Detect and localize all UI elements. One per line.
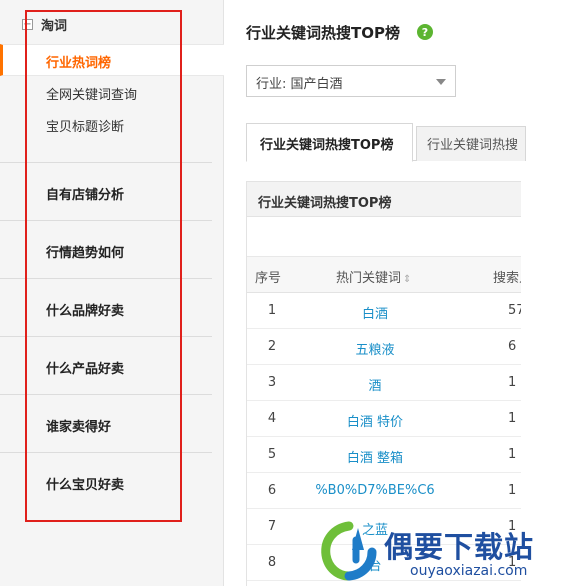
table-row: 8 台 1	[247, 545, 521, 581]
sidebar-item-product[interactable]: 什么产品好卖	[0, 336, 212, 394]
sidebar-item-title-diagnosis[interactable]: 宝贝标题诊断	[46, 116, 124, 135]
sidebar-item-top-sellers[interactable]: 谁家卖得好	[0, 394, 212, 452]
table-header: 序号 热门关键词⇕ 搜索人	[247, 257, 521, 293]
row-index: 1	[267, 303, 277, 318]
keyword-link[interactable]: 白酒	[297, 303, 453, 322]
keyword-link[interactable]: 酒	[297, 375, 453, 394]
industry-select[interactable]: 行业: 国产白酒	[246, 65, 456, 97]
page-title: 行业关键词热搜TOP榜	[246, 24, 400, 42]
sort-icon[interactable]: ⇕	[403, 274, 411, 285]
sidebar-item-label: 什么宝贝好卖	[46, 478, 125, 493]
row-value: 1	[508, 555, 517, 570]
keyword-link[interactable]: 白酒 特价	[297, 411, 453, 430]
ranking-panel: 行业关键词热搜TOP榜 序号 热门关键词⇕ 搜索人 1 白酒 57 2 五粮液 …	[246, 181, 521, 586]
tab-label: 行业关键词热搜	[427, 138, 519, 153]
keyword-link[interactable]: 台	[297, 555, 453, 574]
sidebar-item-shop-analysis[interactable]: 自有店铺分析	[0, 162, 212, 220]
row-value: 1	[508, 447, 517, 462]
row-value: 1	[508, 411, 517, 426]
column-keyword[interactable]: 热门关键词 ⇕	[336, 267, 411, 286]
table-row: 3 酒 1	[247, 365, 521, 401]
sidebar: − 淘词 行业热词榜 全网关键词查询 宝贝标题诊断 自有店铺分析 行情趋势如何 …	[0, 0, 224, 586]
sidebar-item-label: 谁家卖得好	[46, 420, 112, 435]
panel-header: 行业关键词热搜TOP榜	[247, 181, 521, 217]
table-row: 4 白酒 特价 1	[247, 401, 521, 437]
main-content: 行业关键词热搜TOP榜 ? 行业: 国产白酒 行业关键词热搜TOP榜 行业关键词…	[224, 0, 561, 586]
sidebar-item-keyword-query[interactable]: 全网关键词查询	[46, 84, 137, 103]
row-index: 7	[267, 519, 277, 534]
collapse-icon[interactable]: −	[22, 18, 33, 30]
keyword-link[interactable]: 五粮液	[297, 339, 453, 358]
keyword-link[interactable]: 白酒 整箱	[297, 447, 453, 466]
panel-filter-area	[247, 217, 521, 257]
row-index: 8	[267, 555, 277, 570]
table-row: 2 五粮液 6	[247, 329, 521, 365]
sidebar-item-label: 行情趋势如何	[46, 246, 125, 261]
sidebar-item-label: 自有店铺分析	[46, 188, 125, 203]
table-row: 1 白酒 57	[247, 293, 521, 329]
row-value: 1	[508, 519, 517, 534]
table-row: 5 白酒 整箱 1	[247, 437, 521, 473]
sidebar-item-label: 什么产品好卖	[46, 362, 125, 377]
sidebar-item-top-items[interactable]: 什么宝贝好卖	[0, 452, 212, 510]
sidebar-item-label: 行业热词榜	[46, 56, 112, 71]
row-index: 2	[267, 339, 277, 354]
sidebar-item-brand[interactable]: 什么品牌好卖	[0, 278, 212, 336]
tab-hot-search[interactable]: 行业关键词热搜	[416, 126, 526, 161]
tab-top-list[interactable]: 行业关键词热搜TOP榜	[246, 123, 413, 162]
tab-bar: 行业关键词热搜TOP榜 行业关键词热搜	[246, 123, 526, 162]
row-value: 1	[508, 375, 517, 390]
row-index: 5	[267, 447, 277, 462]
panel-title: 行业关键词热搜TOP榜	[258, 196, 392, 211]
row-value: 57	[508, 303, 521, 318]
sidebar-group-title: 淘词	[41, 18, 68, 34]
row-index: 3	[267, 375, 277, 390]
industry-select-value: 行业: 国产白酒	[256, 77, 343, 92]
row-value: 6	[508, 339, 517, 354]
row-value: 1	[508, 483, 517, 498]
sidebar-item-industry-hot-words[interactable]: 行业热词榜	[0, 44, 224, 76]
tab-label: 行业关键词热搜TOP榜	[260, 138, 394, 153]
table-row: 7 之蓝 1	[247, 509, 521, 545]
keyword-link[interactable]: 之蓝	[297, 519, 453, 538]
column-keyword-label: 热门关键词	[336, 271, 402, 286]
column-index: 序号	[255, 271, 282, 286]
row-index: 4	[267, 411, 277, 426]
sidebar-item-label: 什么品牌好卖	[46, 304, 125, 319]
row-index: 6	[267, 483, 277, 498]
help-icon[interactable]: ?	[417, 24, 433, 40]
sidebar-group-taoci[interactable]: − 淘词	[22, 14, 67, 34]
table-row: 6 %B0%D7%BE%C6 1	[247, 473, 521, 509]
sidebar-item-market-trend[interactable]: 行情趋势如何	[0, 220, 212, 278]
chevron-down-icon	[436, 79, 446, 85]
column-searchers[interactable]: 搜索人	[493, 267, 521, 286]
keyword-link[interactable]: %B0%D7%BE%C6	[297, 483, 453, 498]
